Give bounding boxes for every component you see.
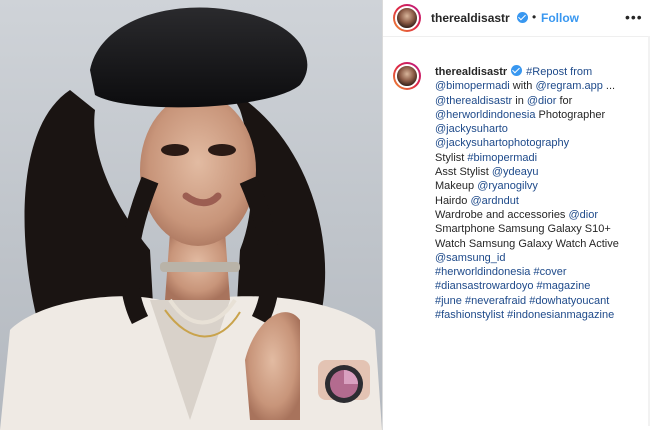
caption-link[interactable]: #bimopermadi [467, 152, 537, 164]
post-side-panel: therealdisastr • Follow ••• therealdisas… [382, 0, 650, 430]
caption-line: Asst Stylist @ydeayu [435, 165, 645, 179]
caption-text: for [556, 94, 573, 107]
caption-line: Wardrobe and accessories @dior [435, 208, 645, 222]
caption-line: Hairdo @ardndut [435, 194, 645, 208]
caption-line: Makeup @ryanogilvy [435, 179, 645, 193]
caption-link[interactable]: @ardndut [470, 195, 518, 207]
caption-link[interactable]: @bimopermadi [435, 80, 510, 92]
caption-link[interactable]: @ydeayu [492, 166, 539, 178]
caption-line: #june #neverafraid #dowhatyoucant [435, 294, 645, 308]
caption-line: #fashionstylist #indonesianmagazine [435, 308, 645, 322]
caption-link[interactable]: #june [435, 295, 462, 307]
caption-line: Watch Samsung Galaxy Watch Active [435, 237, 645, 251]
caption-line: @bimopermadi with @regram.app ... [435, 79, 645, 93]
caption-link[interactable]: @samsung_id [435, 252, 505, 264]
caption-line: Smartphone Samsung Galaxy S10+ [435, 222, 645, 236]
post-caption: therealdisastr #Repost from @bimopermadi w… [435, 64, 645, 322]
caption-link[interactable]: @therealdisastr [435, 95, 512, 107]
caption-link[interactable]: #fashionstylist [435, 309, 504, 321]
follow-button[interactable]: Follow [541, 11, 579, 25]
post-photo-illustration [0, 7, 382, 430]
caption-text: Hairdo [435, 194, 471, 207]
caption-line: @jackysuhartophotography [435, 136, 645, 150]
separator-dot: • [532, 10, 537, 24]
caption-text: Stylist [435, 151, 468, 164]
caption-text: Photographer [535, 108, 606, 121]
caption-link[interactable]: #indonesianmagazine [507, 309, 614, 321]
caption-link[interactable]: @dior [569, 209, 599, 221]
caption-link[interactable]: @dior [527, 95, 557, 107]
caption-text: Asst Stylist [435, 166, 492, 179]
caption-link[interactable]: #cover [533, 266, 566, 278]
caption-line: Stylist #bimopermadi [435, 151, 645, 165]
header-username[interactable]: therealdisastr [431, 11, 510, 25]
caption-link[interactable]: #neverafraid [465, 295, 526, 307]
verified-badge-icon [517, 12, 528, 23]
caption-link[interactable]: #Repost from [526, 66, 592, 78]
caption-line: @herworldindonesia Photographer [435, 108, 645, 122]
caption-line: @samsung_id [435, 251, 645, 265]
caption-link[interactable]: @jackysuhartophotography [435, 137, 569, 149]
post-photo[interactable] [0, 0, 382, 430]
caption-link[interactable]: @herworldindonesia [435, 109, 535, 121]
caption-text: Wardrobe and accessories [435, 208, 569, 221]
caption-avatar[interactable] [393, 62, 421, 90]
caption-text: ... [602, 80, 616, 93]
caption-username[interactable]: therealdisastr [435, 66, 507, 78]
avatar[interactable] [393, 4, 421, 32]
caption-text: in [512, 94, 527, 107]
caption-link[interactable]: #herworldindonesia [435, 266, 530, 278]
verified-badge-icon [511, 65, 523, 76]
caption-link[interactable]: @regram.app [535, 80, 602, 92]
post-header: therealdisastr • Follow ••• [383, 0, 650, 37]
caption-text: Watch Samsung Galaxy Watch Active [435, 237, 619, 250]
more-options-icon[interactable]: ••• [625, 9, 643, 25]
caption-text: Smartphone Samsung Galaxy S10+ [435, 223, 611, 236]
caption-line: therealdisastr #Repost from [435, 64, 645, 79]
caption-line: @therealdisastr in @dior for [435, 94, 645, 108]
caption-link[interactable]: #diansastrowardoyo [435, 280, 533, 292]
caption-text: Makeup [435, 180, 478, 193]
caption-link[interactable]: @jackysuharto [435, 123, 508, 135]
caption-link[interactable]: #dowhatyoucant [529, 295, 609, 307]
caption-link[interactable]: @ryanogilvy [477, 180, 538, 192]
caption-link[interactable]: #magazine [537, 280, 591, 292]
caption-line: #herworldindonesia #cover [435, 265, 645, 279]
caption-line: #diansastrowardoyo #magazine [435, 279, 645, 293]
caption-text: with [509, 80, 536, 93]
caption-line: @jackysuharto [435, 122, 645, 136]
